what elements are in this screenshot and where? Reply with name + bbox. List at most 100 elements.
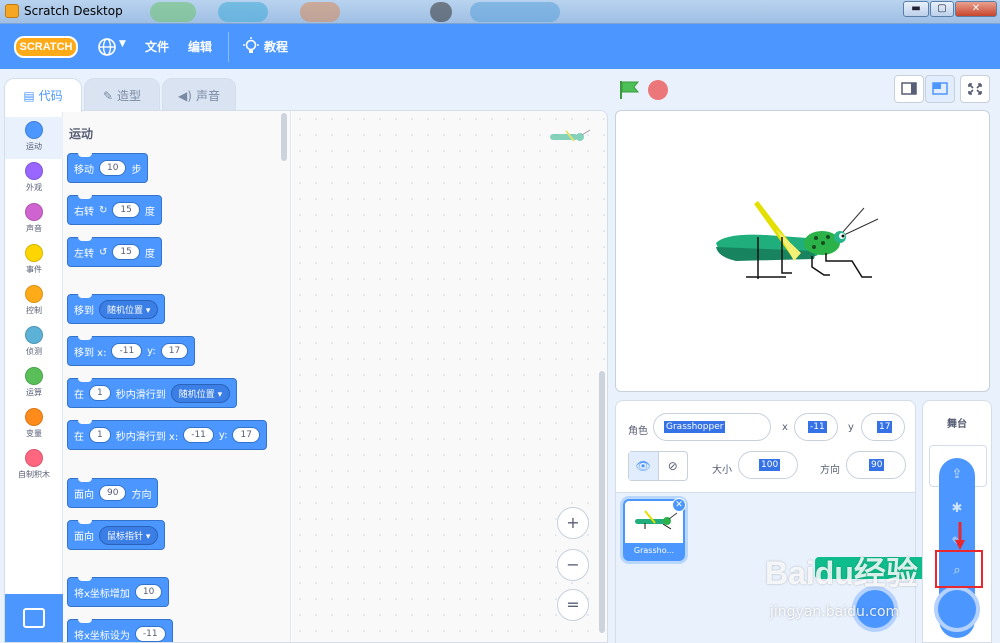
edit-menu[interactable]: 编辑 xyxy=(188,38,212,55)
stage-panel-title: 舞台 xyxy=(947,419,967,430)
delete-sprite-icon[interactable]: ✕ xyxy=(672,498,686,512)
point-towards-dropdown[interactable]: 鼠标指针 ▾ xyxy=(99,525,159,545)
category-dot xyxy=(25,203,43,221)
category-motion[interactable]: 运动 xyxy=(5,117,63,159)
steps-input[interactable]: 10 xyxy=(99,160,127,176)
surprise-backdrop-icon[interactable]: ✱ xyxy=(946,498,968,520)
y-input[interactable]: 17 xyxy=(160,343,189,359)
block-goto[interactable]: 移到 随机位置 ▾ xyxy=(67,294,166,324)
direction-input[interactable]: 90 xyxy=(846,451,906,479)
x-input[interactable]: -11 xyxy=(183,427,214,443)
x-change-input[interactable]: 10 xyxy=(134,584,163,600)
desktop-deco xyxy=(150,2,196,22)
scratch-logo[interactable]: SCRATCH xyxy=(14,36,78,58)
category-label: 声音 xyxy=(26,224,42,233)
block-glide-xy[interactable]: 在 1 秒内滑行到 x: -11 y: 17 xyxy=(67,420,267,450)
extension-icon xyxy=(23,608,45,628)
block-point-towards[interactable]: 面向 鼠标指针 ▾ xyxy=(67,520,166,550)
x-position-input[interactable]: -11 xyxy=(794,413,838,441)
category-looks[interactable]: 外观 xyxy=(5,158,63,200)
block-goto-xy[interactable]: 移到 x: -11 y: 17 xyxy=(67,336,196,366)
block-glide[interactable]: 在 1 秒内滑行到 随机位置 ▾ xyxy=(67,378,238,408)
small-stage-button[interactable] xyxy=(894,75,924,103)
goto-target-dropdown[interactable]: 随机位置 ▾ xyxy=(99,299,159,319)
sprite-name-input[interactable]: Grasshopper xyxy=(653,413,771,441)
file-menu[interactable]: 文件 xyxy=(145,38,169,55)
block-turn-right[interactable]: 右转 ↻ 15 度 xyxy=(67,195,162,225)
category-sensing[interactable]: 侦测 xyxy=(5,322,63,364)
small-stage-icon xyxy=(901,82,917,95)
zoom-in-button[interactable]: + xyxy=(557,507,589,539)
choose-backdrop-button[interactable] xyxy=(934,586,980,632)
category-my-blocks[interactable]: 自制积木 xyxy=(5,445,63,487)
category-label: 变量 xyxy=(26,429,42,438)
category-sound[interactable]: 声音 xyxy=(5,199,63,241)
category-control[interactable]: 控制 xyxy=(5,281,63,323)
category-dot xyxy=(25,326,43,344)
sprite-watermark-icon xyxy=(550,129,591,142)
add-extension-button[interactable] xyxy=(5,594,63,642)
block-turn-left[interactable]: 左转 ↺ 15 度 xyxy=(67,237,162,267)
block-text: 将x坐标设为 xyxy=(74,630,130,642)
tab-costumes[interactable]: ✎ 造型 xyxy=(84,78,160,110)
block-text: 步 xyxy=(131,164,142,176)
workspace-scrollbar[interactable] xyxy=(599,371,605,633)
category-operators[interactable]: 运算 xyxy=(5,363,63,405)
sprite-name-label: 角色 xyxy=(628,426,648,437)
large-stage-button[interactable] xyxy=(925,75,955,103)
tab-code[interactable]: ▤ 代码 xyxy=(4,78,82,112)
block-change-x[interactable]: 将x坐标增加 10 xyxy=(67,577,170,607)
tab-costumes-label: 造型 xyxy=(117,89,142,103)
category-dot xyxy=(25,285,43,303)
block-text: 面向 xyxy=(74,531,94,543)
category-events[interactable]: 事件 xyxy=(5,240,63,282)
palette-section-title: 运动 xyxy=(69,127,94,141)
block-text: 移动 xyxy=(74,164,94,176)
block-text: 右转 xyxy=(74,206,94,218)
x-input[interactable]: -11 xyxy=(111,343,143,359)
code-area: 运动 外观 声音 事件 控制 侦测 运算 变量 自制积木 运动 移动 10 步 … xyxy=(4,110,608,643)
language-menu[interactable]: ▼ xyxy=(97,37,129,57)
size-value: 100 xyxy=(759,459,781,471)
block-set-x[interactable]: 将x坐标设为 -11 xyxy=(67,619,173,642)
zoom-out-button[interactable]: − xyxy=(557,549,589,581)
tab-sounds[interactable]: ◀) 声音 xyxy=(162,78,236,110)
block-text: y: xyxy=(147,345,156,357)
block-move-steps[interactable]: 移动 10 步 xyxy=(67,153,149,183)
seconds-input[interactable]: 1 xyxy=(89,427,111,443)
close-button[interactable]: ✕ xyxy=(955,1,997,17)
degrees-input[interactable]: 15 xyxy=(112,244,140,260)
upload-backdrop-icon[interactable]: ⇪ xyxy=(946,464,968,486)
y-position-input[interactable]: 17 xyxy=(861,413,905,441)
size-input[interactable]: 100 xyxy=(738,451,798,479)
rotate-clockwise-icon: ↻ xyxy=(99,204,108,216)
category-dot xyxy=(25,367,43,385)
y-input[interactable]: 17 xyxy=(232,427,260,443)
degrees-input[interactable]: 15 xyxy=(112,202,140,218)
category-variables[interactable]: 变量 xyxy=(5,404,63,446)
tutorials-menu[interactable]: 教程 xyxy=(242,37,292,57)
glide-target-dropdown[interactable]: 随机位置 ▾ xyxy=(170,383,231,403)
zoom-reset-button[interactable]: = xyxy=(557,589,589,621)
stop-icon[interactable] xyxy=(648,80,668,100)
fullscreen-button[interactable] xyxy=(960,75,990,103)
lightbulb-icon xyxy=(243,37,259,53)
x-set-input[interactable]: -11 xyxy=(134,626,166,642)
green-flag-icon[interactable] xyxy=(618,80,640,100)
category-label: 运算 xyxy=(26,388,42,397)
block-point-direction[interactable]: 面向 90 方向 xyxy=(67,478,159,508)
category-label: 运动 xyxy=(26,142,42,151)
palette-scrollbar[interactable] xyxy=(281,113,287,161)
script-workspace[interactable]: + − = xyxy=(292,111,607,642)
minimize-button[interactable]: ▬ xyxy=(903,1,929,17)
stage-canvas[interactable] xyxy=(615,110,990,392)
x-label: x xyxy=(782,422,788,433)
eye-icon[interactable]: 👁 xyxy=(629,452,659,480)
eye-slash-icon[interactable]: ⊘ xyxy=(659,452,688,480)
direction-input[interactable]: 90 xyxy=(99,485,127,501)
category-label: 自制积木 xyxy=(18,470,50,479)
seconds-input[interactable]: 1 xyxy=(89,385,111,401)
maximize-button[interactable]: ▢ xyxy=(930,1,954,17)
sprite-thumbnail[interactable]: ✕ Grassho... xyxy=(623,498,686,561)
grasshopper-sprite[interactable] xyxy=(616,111,990,392)
